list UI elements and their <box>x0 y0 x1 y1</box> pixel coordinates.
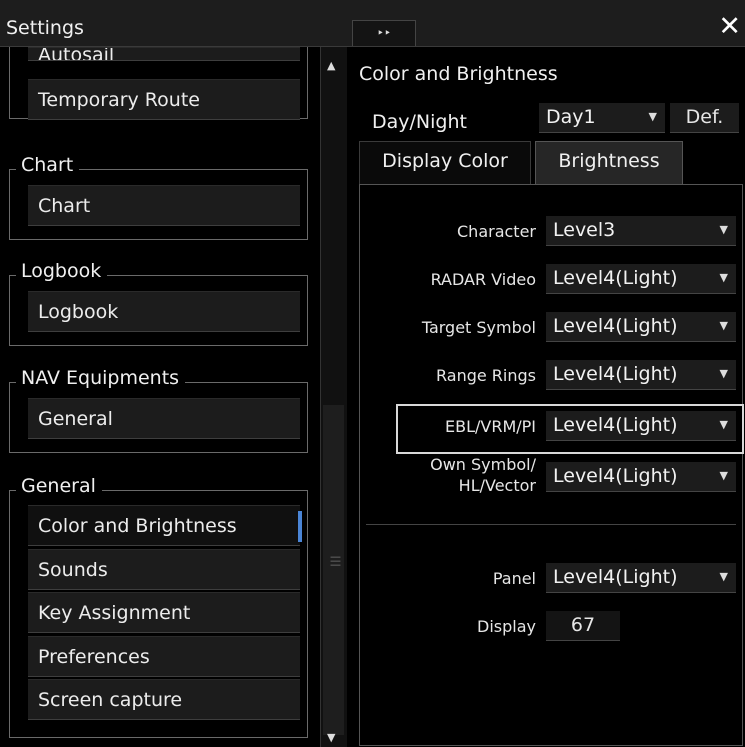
day-night-select[interactable]: Day1 ▼ <box>539 103 665 133</box>
tab-display-color[interactable]: Display Color <box>359 141 531 185</box>
brightness-tab-content: Character Level3 ▼ RADAR Video Level4(Li… <box>359 184 744 746</box>
default-button[interactable]: Def. <box>670 103 739 133</box>
panel-select[interactable]: Level4(Light) ▼ <box>546 563 736 593</box>
scroll-thumb[interactable]: — — — <box>323 405 344 735</box>
range-rings-select[interactable]: Level4(Light) ▼ <box>546 360 736 390</box>
tab-label: Brightness <box>558 150 660 172</box>
sidebar-item-label: Autosail <box>38 47 115 61</box>
sidebar-item-preferences[interactable]: Preferences <box>28 636 300 677</box>
sidebar-item-label: Color and Brightness <box>38 515 237 537</box>
own-symbol-label-line1: Own Symbol/ <box>430 455 536 474</box>
scroll-down-icon[interactable]: ▼ <box>327 731 335 744</box>
button-label: Def. <box>685 106 724 128</box>
double-arrow-right-icon: ‣‣ <box>376 26 392 40</box>
select-value: Level4(Light) <box>553 315 678 337</box>
sidebar-item-autosail[interactable]: Autosail <box>28 47 300 61</box>
chevron-down-icon: ▼ <box>719 469 728 482</box>
sidebar-item-logbook[interactable]: Logbook <box>28 291 300 332</box>
panel-label: Panel <box>492 569 536 588</box>
expand-button[interactable]: ‣‣ <box>352 20 416 46</box>
character-label: Character <box>457 222 536 241</box>
divider <box>366 524 736 525</box>
sidebar-scrollbar[interactable]: ▲ — — — ▼ <box>320 47 347 747</box>
sidebar-item-label: Temporary Route <box>38 89 200 111</box>
group-label-chart: Chart <box>16 154 80 176</box>
ebl-vrm-pi-select[interactable]: Level4(Light) ▼ <box>546 411 736 441</box>
select-value: Level4(Light) <box>553 566 678 588</box>
page-title: Color and Brightness <box>359 63 558 85</box>
group-label-logbook: Logbook <box>16 260 108 282</box>
color-brightness-panel: Color and Brightness Day/Night Day1 ▼ De… <box>348 47 745 747</box>
radar-video-label: RADAR Video <box>430 270 536 289</box>
sidebar-item-screen-capture[interactable]: Screen capture <box>28 679 300 720</box>
numeric-value: 67 <box>570 614 596 636</box>
own-symbol-label-line2: HL/Vector <box>458 476 536 495</box>
selection-indicator <box>298 511 302 542</box>
title-bar: Settings ‣‣ ✕ <box>0 0 745 47</box>
settings-sidebar: Autosail Temporary Route Chart Chart Log… <box>0 47 320 747</box>
window-title: Settings <box>6 17 84 39</box>
chevron-down-icon: ▼ <box>719 418 728 431</box>
sidebar-item-chart[interactable]: Chart <box>28 185 300 226</box>
day-night-label: Day/Night <box>372 111 467 133</box>
group-label-nav-equipments: NAV Equipments <box>16 367 186 389</box>
target-symbol-label: Target Symbol <box>421 318 536 337</box>
select-value: Level4(Light) <box>553 363 678 385</box>
chevron-down-icon: ▼ <box>719 570 728 583</box>
select-value: Level4(Light) <box>553 414 678 436</box>
sidebar-item-label: Sounds <box>38 559 108 581</box>
tab-label: Display Color <box>382 150 508 172</box>
sidebar-item-label: Chart <box>38 195 91 217</box>
select-value: Level4(Light) <box>553 465 678 487</box>
scroll-up-icon[interactable]: ▲ <box>327 59 335 72</box>
character-select[interactable]: Level3 ▼ <box>546 216 736 246</box>
sidebar-item-label: Logbook <box>38 301 119 323</box>
sidebar-item-label: Key Assignment <box>38 602 191 624</box>
display-brightness-value[interactable]: 67 <box>546 611 620 641</box>
sidebar-item-label: Screen capture <box>38 689 183 711</box>
sidebar-item-color-and-brightness[interactable]: Color and Brightness <box>28 505 302 546</box>
close-icon[interactable]: ✕ <box>718 12 741 42</box>
target-symbol-select[interactable]: Level4(Light) ▼ <box>546 312 736 342</box>
sidebar-item-nav-general[interactable]: General <box>28 398 300 439</box>
chevron-down-icon: ▼ <box>719 223 728 236</box>
sidebar-item-key-assignment[interactable]: Key Assignment <box>28 592 300 633</box>
chevron-down-icon: ▼ <box>719 367 728 380</box>
chevron-down-icon: ▼ <box>648 110 657 123</box>
sidebar-item-temporary-route[interactable]: Temporary Route <box>28 79 300 120</box>
ebl-vrm-pi-label: EBL/VRM/PI <box>444 417 536 436</box>
sidebar-item-sounds[interactable]: Sounds <box>28 549 300 590</box>
chevron-down-icon: ▼ <box>719 271 728 284</box>
tab-brightness[interactable]: Brightness <box>535 141 683 185</box>
display-label: Display <box>477 617 536 636</box>
sidebar-item-label: General <box>38 408 113 430</box>
own-symbol-select[interactable]: Level4(Light) ▼ <box>546 462 736 492</box>
select-value: Day1 <box>546 106 596 128</box>
group-label-general: General <box>16 475 102 497</box>
radar-video-select[interactable]: Level4(Light) ▼ <box>546 264 736 294</box>
select-value: Level3 <box>553 219 616 241</box>
select-value: Level4(Light) <box>553 267 678 289</box>
grip-icon: — — — <box>330 550 341 571</box>
sidebar-item-label: Preferences <box>38 646 150 668</box>
chevron-down-icon: ▼ <box>719 319 728 332</box>
range-rings-label: Range Rings <box>436 366 536 385</box>
